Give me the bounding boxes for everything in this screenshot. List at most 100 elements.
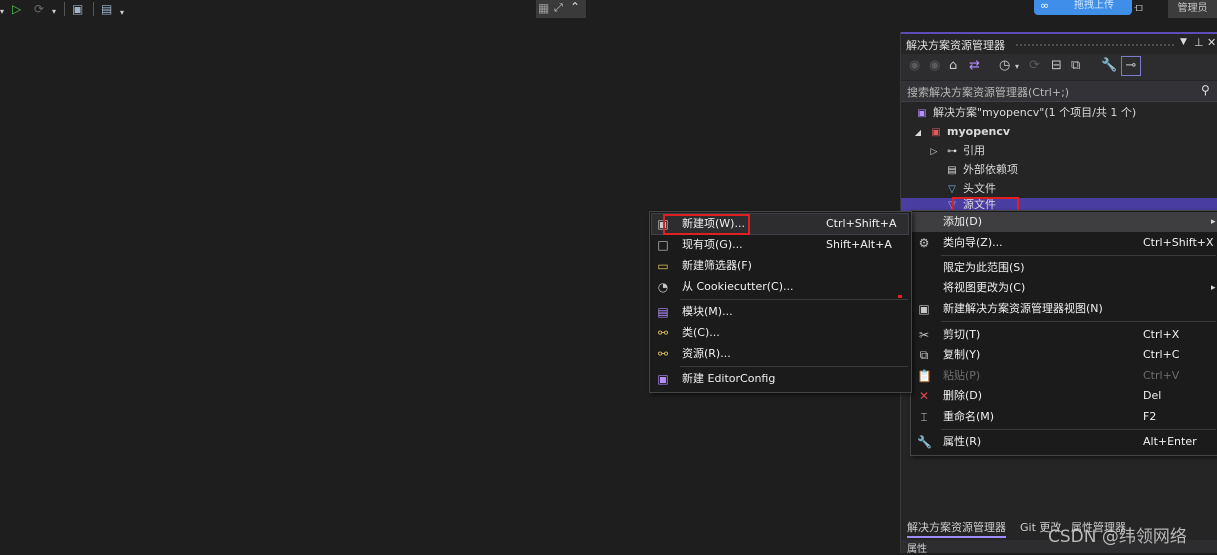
- tree-item-label: 解决方案"myopencv"(1 个项目/共 1 个): [933, 106, 1137, 119]
- feedback-icon[interactable]: ⟤: [1134, 0, 1143, 15]
- tree-item-references[interactable]: ▷ ⊶ 引用: [927, 142, 985, 160]
- tab-solution-explorer[interactable]: 解决方案资源管理器: [907, 519, 1006, 538]
- menu-item-label: 复制(Y): [943, 348, 981, 361]
- menu-item-delete[interactable]: ✕ 删除(D) Del: [911, 386, 1217, 406]
- dropdown-arrow-icon[interactable]: ▾: [52, 4, 56, 20]
- collapse-arrow-icon[interactable]: ▷: [927, 143, 941, 161]
- menu-item-label: 类向导(Z)...: [943, 236, 1003, 249]
- pin-icon[interactable]: ⊥: [1194, 36, 1204, 49]
- preview-icon[interactable]: ⊸: [1121, 56, 1141, 76]
- back-icon[interactable]: ◉: [909, 58, 920, 73]
- menu-item-label: 添加(D): [943, 215, 983, 228]
- search-input[interactable]: 搜索解决方案资源管理器(Ctrl+;): [907, 84, 1069, 100]
- close-icon[interactable]: ✕: [1207, 36, 1216, 49]
- menu-item-copy[interactable]: ⧉ 复制(Y) Ctrl+C: [911, 345, 1217, 365]
- refresh-icon[interactable]: ⟳: [1029, 58, 1040, 73]
- menu-item-label: 重命名(M): [943, 410, 995, 423]
- properties-wrench-icon[interactable]: 🔧: [1101, 58, 1117, 73]
- external-deps-icon: ▤: [947, 165, 957, 176]
- dropdown-arrow-icon[interactable]: ▾: [0, 4, 4, 20]
- menu-item-class[interactable]: ⚯ 类(C)...: [650, 323, 911, 343]
- menu-item-new-view[interactable]: ▣ 新建解决方案资源管理器视图(N): [911, 299, 1217, 319]
- debug-target-icon[interactable]: ⟳: [34, 1, 44, 17]
- cloud-icon: ∞: [1040, 0, 1050, 12]
- layout-controls: ▦ ⤢ ⌃: [536, 0, 586, 18]
- folder-icon[interactable]: ▣: [72, 1, 83, 17]
- menu-item-label: 现有项(G)...: [682, 238, 743, 251]
- menu-item-properties[interactable]: 🔧 属性(R) Alt+Enter: [911, 432, 1217, 452]
- editorconfig-icon: ▣: [657, 372, 669, 386]
- upload-button[interactable]: ∞ 拖拽上传: [1034, 0, 1132, 15]
- chevron-up-icon[interactable]: ⌃: [570, 0, 580, 14]
- drag-grip[interactable]: [1015, 43, 1175, 47]
- tree-item-project[interactable]: ◢ ▣ myopencv: [911, 123, 1010, 141]
- class-wizard-icon: ⚙: [918, 236, 930, 250]
- menu-item-shortcut: Ctrl+Shift+A: [826, 217, 897, 230]
- menu-item-class-wizard[interactable]: ⚙ 类向导(Z)... Ctrl+Shift+X: [911, 233, 1217, 253]
- menu-item-editorconfig[interactable]: ▣ 新建 EditorConfig: [650, 369, 911, 389]
- collapse-all-icon[interactable]: ⊟: [1051, 58, 1062, 73]
- forward-icon[interactable]: ◉: [929, 58, 940, 73]
- add-submenu: ▣ 新建项(W)... Ctrl+Shift+A □ 现有项(G)... Shi…: [649, 211, 912, 393]
- menu-item-label: 将视图更改为(C): [943, 281, 1026, 294]
- menu-item-scope-to-this[interactable]: 限定为此范围(S): [911, 258, 1217, 278]
- menu-separator: [941, 429, 1216, 430]
- menu-item-shortcut: Alt+Enter: [1143, 435, 1197, 448]
- solution-explorer-title: 解决方案资源管理器: [906, 39, 1005, 52]
- menu-item-existing-item[interactable]: □ 现有项(G)... Shift+Alt+A: [650, 235, 911, 255]
- upload-label: 拖拽上传: [1074, 0, 1114, 11]
- watermark: CSDN @纬领网络: [1048, 527, 1187, 547]
- expand-arrow-icon[interactable]: ◢: [911, 124, 925, 142]
- cut-icon: ✂: [918, 328, 930, 342]
- admin-button[interactable]: 管理员: [1168, 0, 1217, 18]
- menu-item-new-filter[interactable]: ▭ 新建筛选器(F): [650, 256, 911, 276]
- menu-item-label: 新建解决方案资源管理器视图(N): [943, 302, 1103, 315]
- menu-item-label: 新建筛选器(F): [682, 259, 752, 272]
- menu-item-shortcut: F2: [1143, 410, 1157, 423]
- expand-icon[interactable]: ⤢: [554, 1, 563, 15]
- window-menu-icon[interactable]: ▼: [1180, 37, 1187, 47]
- home-icon[interactable]: ⌂: [949, 58, 957, 73]
- references-icon: ⊶: [947, 146, 957, 157]
- dropdown-arrow-icon[interactable]: ▾: [120, 5, 124, 21]
- menu-item-change-view[interactable]: 将视图更改为(C) ▸: [911, 278, 1217, 298]
- menu-item-shortcut: Ctrl+X: [1143, 328, 1180, 341]
- menu-separator: [680, 299, 908, 300]
- show-all-files-icon[interactable]: ⧉: [1071, 58, 1080, 73]
- properties-wrench-icon: 🔧: [917, 435, 932, 449]
- menu-item-shortcut: Ctrl+Shift+X: [1143, 236, 1214, 249]
- submenu-arrow-icon: ▸: [1211, 283, 1216, 293]
- module-icon: ▤: [657, 305, 669, 319]
- run-icon[interactable]: ▷: [12, 1, 21, 17]
- tree-item-solution[interactable]: ▣ 解决方案"myopencv"(1 个项目/共 1 个): [915, 104, 1136, 122]
- tree-item-label: 头文件: [963, 182, 996, 195]
- menu-item-module[interactable]: ▤ 模块(M)...: [650, 302, 911, 322]
- search-icon[interactable]: ⚲: [1201, 83, 1210, 97]
- rename-icon: ⌶: [920, 410, 928, 424]
- switch-views-icon[interactable]: ⇄: [969, 58, 980, 73]
- history-icon[interactable]: ◷: [999, 58, 1010, 73]
- search-box[interactable]: 搜索解决方案资源管理器(Ctrl+;) ⚲: [901, 81, 1217, 102]
- cookiecutter-icon: ◔: [657, 280, 669, 294]
- grid-icon[interactable]: ▦: [538, 1, 549, 15]
- solution-explorer-toolbar: ◉ ◉ ⌂ ⇄ ◷ ▾ ⟳ ⊟ ⧉ 🔧 ⊸: [901, 54, 1217, 80]
- menu-item-paste: 📋 粘贴(P) Ctrl+V: [911, 366, 1217, 386]
- menu-item-resource[interactable]: ⚯ 资源(R)...: [650, 344, 911, 364]
- menu-item-label: 从 Cookiecutter(C)...: [682, 280, 794, 293]
- menu-item-label: 新建 EditorConfig: [682, 372, 776, 385]
- menu-item-shortcut: Ctrl+V: [1143, 369, 1180, 382]
- menu-item-rename[interactable]: ⌶ 重命名(M) F2: [911, 407, 1217, 427]
- submenu-arrow-icon: ▸: [1211, 217, 1216, 227]
- menu-item-cookiecutter[interactable]: ◔ 从 Cookiecutter(C)...: [650, 277, 911, 297]
- menu-item-cut[interactable]: ✂ 剪切(T) Ctrl+X: [911, 325, 1217, 345]
- toolbar-separator: [64, 2, 65, 16]
- menu-item-label: 粘贴(P): [943, 369, 981, 382]
- tree-item-external-deps[interactable]: ▤ 外部依赖项: [945, 161, 1018, 179]
- solution-icon: ▣: [917, 108, 927, 119]
- window-layout-icon[interactable]: ▤: [101, 1, 112, 17]
- solution-explorer-titlebar: 解决方案资源管理器 ▼ ⊥ ✕: [901, 32, 1217, 54]
- menu-separator: [680, 366, 908, 367]
- dropdown-arrow-icon[interactable]: ▾: [1015, 62, 1019, 71]
- menu-item-shortcut: Shift+Alt+A: [826, 238, 892, 251]
- menu-item-add[interactable]: 添加(D) ▸: [911, 212, 1217, 232]
